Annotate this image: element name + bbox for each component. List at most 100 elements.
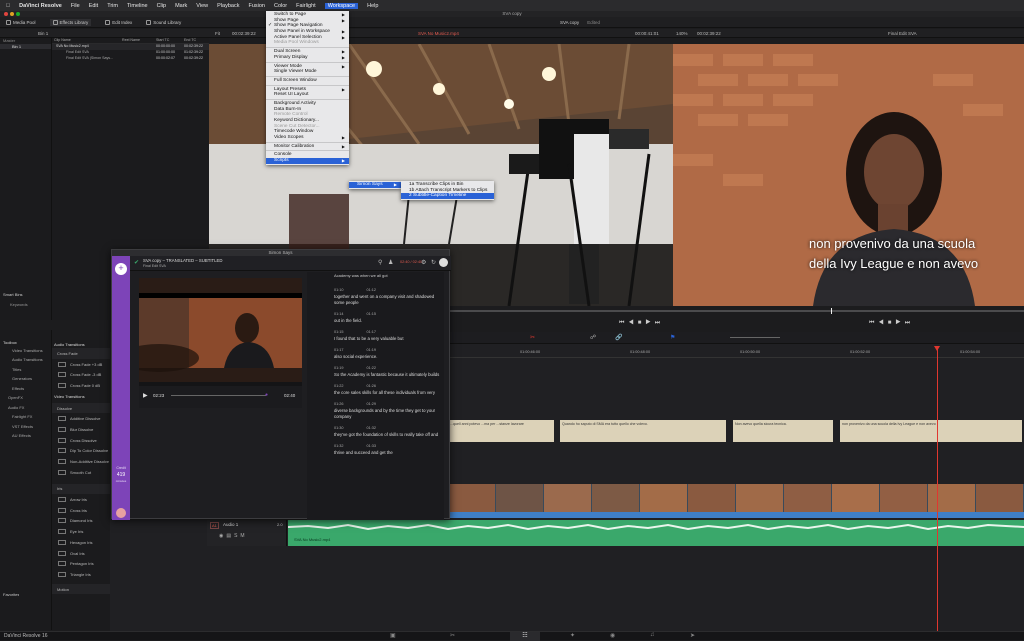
transition-item[interactable]: Additive Dissolve bbox=[52, 413, 110, 424]
source-scrubber[interactable] bbox=[449, 310, 673, 312]
timeline-scrub-head[interactable] bbox=[831, 308, 832, 314]
transition-item[interactable]: Non-Additive Dissolve bbox=[52, 456, 110, 467]
menu-item-reset-ui-layout[interactable]: Reset UI Layout bbox=[266, 92, 349, 98]
audiofx-fairlight[interactable]: Fairlight FX bbox=[0, 414, 51, 420]
transcript-entry[interactable]: 01:14 01:15 out in the field. bbox=[307, 312, 444, 324]
simon-says-player[interactable]: ▶ 02:23 ● 02:40 bbox=[119, 278, 302, 408]
menu-clip[interactable]: Clip bbox=[157, 3, 166, 9]
transition-item[interactable]: Dip To Color Dissolve bbox=[52, 446, 110, 457]
transition-item[interactable]: Cross Fade -3 dB bbox=[52, 369, 110, 380]
zoom-percent[interactable]: 140% bbox=[676, 31, 688, 36]
cut-page-icon[interactable]: ✂ bbox=[450, 632, 455, 639]
audiofx-vst[interactable]: VST Effects bbox=[0, 424, 51, 430]
timeline-play-controls[interactable]: ⏮◀■▶⏭ bbox=[869, 320, 914, 327]
menu-help[interactable]: Help bbox=[367, 3, 378, 9]
toolbox-effects[interactable]: Effects bbox=[0, 386, 51, 392]
transition-item[interactable]: Pentagon Iris bbox=[52, 558, 110, 569]
transition-item[interactable]: Triangle Iris bbox=[52, 569, 110, 580]
menu-file[interactable]: File bbox=[71, 3, 80, 9]
menu-item-simon-says[interactable]: Simon Says ▶ bbox=[349, 182, 401, 188]
menu-edit[interactable]: Edit bbox=[89, 3, 98, 9]
settings-icon[interactable]: ⚙ bbox=[421, 259, 426, 266]
entry-text[interactable]: thrive and succeed and get the bbox=[334, 450, 440, 456]
subtitle-clip[interactable]: Quando ho saputo di SMA era tutto quello… bbox=[560, 420, 726, 442]
source-play-controls[interactable]: ⏮◀■▶⏭ bbox=[619, 320, 664, 327]
add-icon[interactable]: + bbox=[115, 263, 127, 275]
color-page-icon[interactable]: ◉ bbox=[610, 632, 615, 639]
toolbox-audiofx[interactable]: Audio FX bbox=[0, 405, 51, 411]
menu-workspace[interactable]: Workspace bbox=[324, 2, 359, 9]
link-icon[interactable]: 🔗 bbox=[615, 334, 622, 341]
timeline-name[interactable]: Final Edit SVA bbox=[888, 31, 917, 36]
transcript-entry[interactable]: 01:19 01:22 So the Academy is fantastic b… bbox=[307, 366, 444, 378]
col-start-tc[interactable]: Start TC bbox=[156, 38, 184, 43]
menu-item-subtitle-caption-timeline[interactable]: 2 Subtitle-Caption Timeline bbox=[401, 193, 494, 200]
menu-mark[interactable]: Mark bbox=[175, 3, 187, 9]
entry-text[interactable]: I found that to be a very valuable but bbox=[334, 336, 440, 342]
transition-item[interactable]: Diamond Iris bbox=[52, 516, 110, 527]
transcript-entry[interactable]: 01:26 01:29 diverse backgrounds and by th… bbox=[307, 402, 444, 420]
media-page-icon[interactable]: ▣ bbox=[390, 632, 396, 639]
deliver-page-icon[interactable]: ➤ bbox=[690, 632, 695, 639]
transition-item[interactable]: Cross Iris bbox=[52, 505, 110, 516]
snap-icon[interactable]: ☍ bbox=[590, 334, 596, 341]
avatar[interactable] bbox=[116, 508, 126, 518]
menu-item-scripts[interactable]: Scripts ▶ bbox=[266, 158, 349, 164]
apple-icon[interactable]:  bbox=[6, 3, 10, 9]
bin-1[interactable]: Bin 1 bbox=[0, 43, 51, 49]
scrub-handle-icon[interactable]: ● bbox=[265, 392, 268, 398]
effects-library-button[interactable]: Effects Library bbox=[49, 18, 92, 26]
transition-item[interactable]: Eye Iris bbox=[52, 526, 110, 537]
player-scrubber[interactable] bbox=[171, 395, 266, 396]
media-row[interactable]: Final Edit SVA (Simon Says... 00:00:02:0… bbox=[52, 56, 209, 62]
transition-item[interactable]: Cross Fade +3 dB bbox=[52, 359, 110, 370]
transition-item[interactable]: Cross Dissolve bbox=[52, 435, 110, 446]
speakers-icon[interactable]: ♟ bbox=[388, 259, 393, 266]
source-clip-name[interactable]: SVA No Music2.mp4 bbox=[418, 31, 459, 36]
playhead[interactable] bbox=[937, 348, 938, 631]
menu-item-full-screen-window[interactable]: Full Screen Window bbox=[266, 78, 349, 84]
transition-item[interactable]: Cross Fade 0 dB bbox=[52, 380, 110, 391]
audio-track-name[interactable]: Audio 1 bbox=[223, 522, 238, 527]
transition-item[interactable]: Arrow Iris bbox=[52, 494, 110, 505]
transition-item[interactable]: Hexagon Iris bbox=[52, 537, 110, 548]
fairlight-page-icon[interactable]: ♫ bbox=[650, 632, 655, 638]
search-icon[interactable]: ⚲ bbox=[378, 259, 382, 266]
timeline-scrubber[interactable] bbox=[673, 310, 1024, 312]
menu-timeline[interactable]: Timeline bbox=[127, 3, 148, 9]
subtitle-clip[interactable]: ...quell anni potevo ...ma per ...stanze… bbox=[448, 420, 554, 442]
menu-color[interactable]: Color bbox=[274, 3, 287, 9]
edit-index-button[interactable]: Edit Index bbox=[105, 19, 132, 25]
entry-text[interactable]: also social experience. bbox=[334, 354, 440, 360]
playhead-handle-icon[interactable] bbox=[934, 346, 940, 351]
media-pool-button[interactable]: Media Pool bbox=[6, 19, 36, 25]
toolbox-header[interactable]: Toolbox bbox=[0, 340, 51, 346]
menu-playback[interactable]: Playback bbox=[217, 3, 239, 9]
play-icon[interactable]: ▶ bbox=[143, 392, 148, 399]
zoom-window-button[interactable] bbox=[16, 12, 20, 16]
smart-bin-keywords[interactable]: Keywords bbox=[10, 302, 28, 308]
blade-tool-icon[interactable]: ✂ bbox=[530, 334, 535, 341]
entry-text[interactable]: together and went on a company visit and… bbox=[334, 294, 440, 306]
minimize-window-button[interactable] bbox=[10, 12, 14, 16]
toolbox-generators[interactable]: Generators bbox=[0, 376, 51, 382]
menu-view[interactable]: View bbox=[196, 3, 208, 9]
toolbox-openfx[interactable]: OpenFX bbox=[0, 395, 51, 401]
col-reel-name[interactable]: Reel Name bbox=[122, 38, 156, 43]
transcript-entry[interactable]: 01:17 01:19 also social experience. bbox=[307, 348, 444, 360]
sound-library-button[interactable]: Sound Library bbox=[146, 19, 181, 25]
audiofx-au[interactable]: AU Effects bbox=[0, 433, 51, 439]
toolbox-titles[interactable]: Titles bbox=[0, 367, 51, 373]
col-end-tc[interactable]: End TC bbox=[184, 38, 209, 43]
app-name-menu[interactable]: DaVinci Resolve bbox=[19, 3, 62, 9]
menu-item-single-viewer-mode[interactable]: Single Viewer Mode bbox=[266, 69, 349, 75]
toolbox-audio-transitions[interactable]: Audio Transitions bbox=[0, 357, 51, 363]
transition-item[interactable]: Blur Dissolve bbox=[52, 424, 110, 435]
zoom-fit[interactable]: Fit bbox=[215, 31, 220, 36]
audio-track-controls[interactable]: ◉▤SM bbox=[219, 533, 248, 539]
timeline-viewer[interactable]: non provenivo da una scuola della Ivy Le… bbox=[673, 44, 1024, 306]
close-window-button[interactable] bbox=[4, 12, 8, 16]
menu-fusion[interactable]: Fusion bbox=[248, 3, 265, 9]
entry-text[interactable]: So the Academy is fantastic because it u… bbox=[334, 372, 440, 378]
col-clip-name[interactable]: Clip Name bbox=[52, 38, 122, 43]
